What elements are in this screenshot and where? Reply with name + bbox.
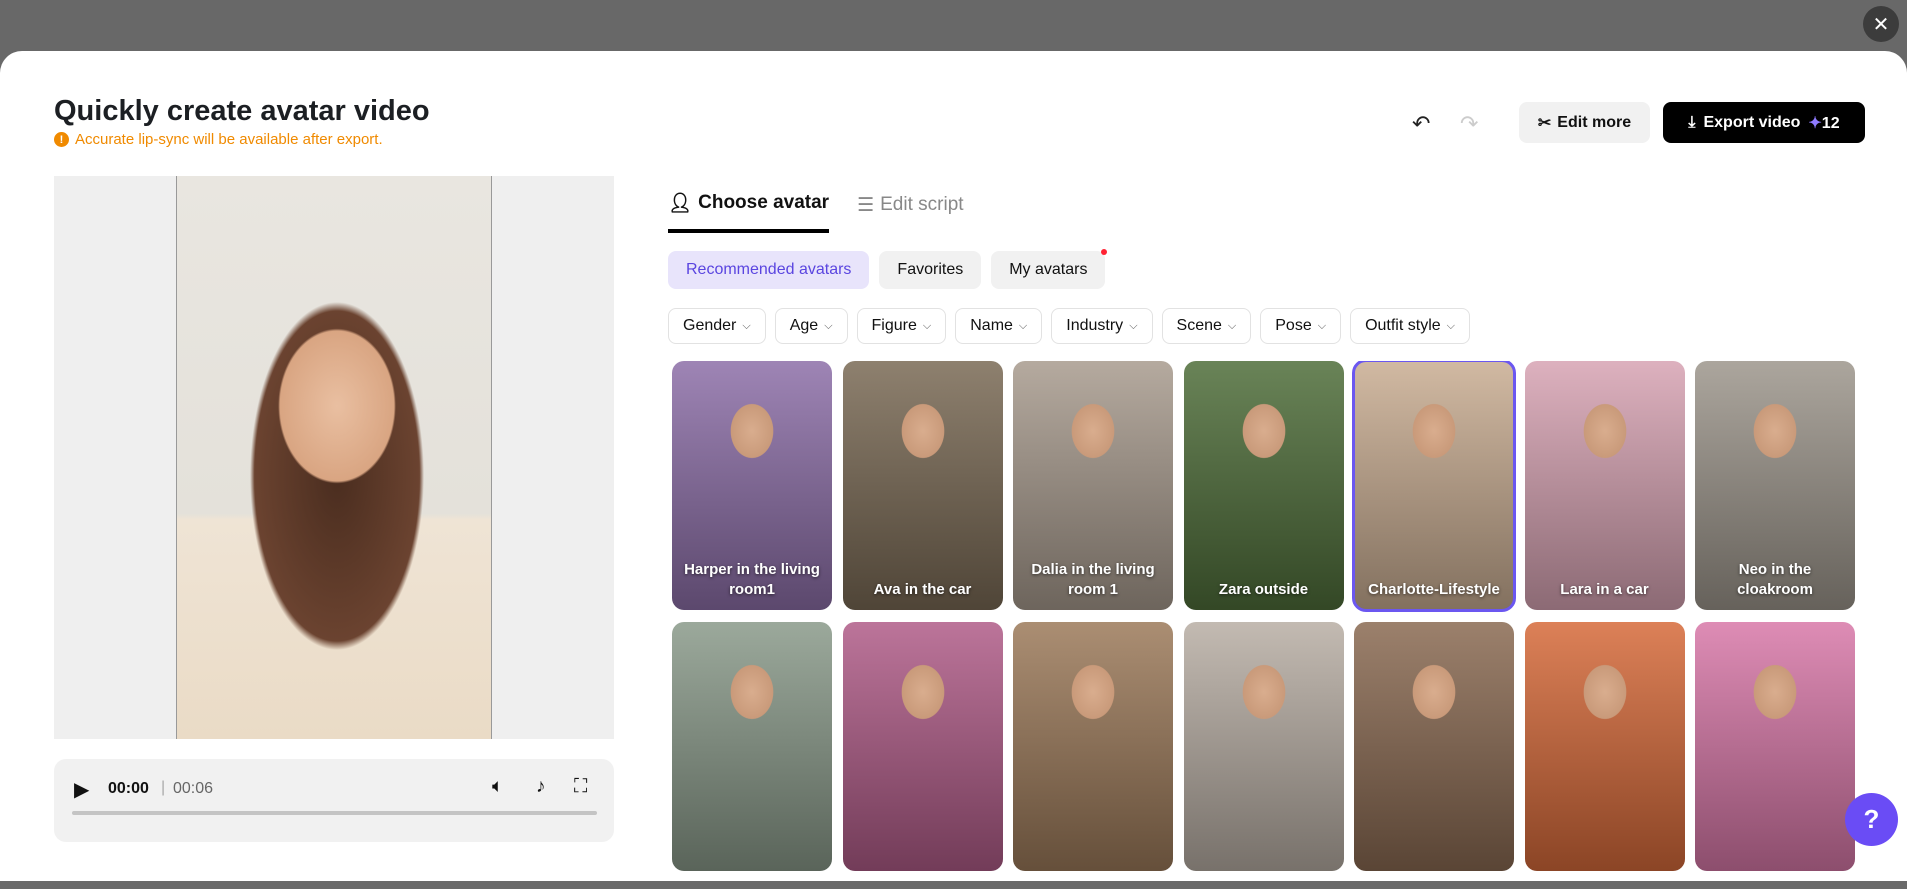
avatar-card[interactable]: Zara outside [1183,361,1344,610]
avatar-card[interactable] [1695,622,1855,871]
volume-icon: 🔈︎ [492,776,504,797]
play-button[interactable]: ▶ [74,777,89,802]
redo-button[interactable]: ↷ [1460,111,1478,137]
avatar-card[interactable]: Lara in a car [1524,361,1685,610]
volume-button[interactable]: 🔈︎ [492,776,503,798]
help-button[interactable]: ? [1845,793,1898,846]
play-icon: ▶ [74,779,90,801]
avatar-card[interactable]: Dalia in the living room 1 [1013,361,1173,610]
chevron-down-icon: ⌵ [742,319,751,332]
close-icon: ✕ [1872,13,1890,36]
page-title: Quickly create avatar video [54,95,430,127]
avatar-card[interactable] [1183,622,1344,871]
tiktok-button[interactable]: ♪ [536,776,546,798]
lip-sync-warning: ! Accurate lip-sync will be available aft… [54,131,383,148]
filter-pose[interactable]: Pose ⌵ [1260,308,1342,344]
time-separator: | [161,779,166,796]
avatar-card-label: Neo in the cloakroom [1737,561,1813,598]
filter-industry[interactable]: Industry ⌵ [1051,308,1153,344]
avatar-card[interactable] [1013,622,1173,871]
export-video-button[interactable]: ⤓ Export video ✦12 [1663,102,1865,143]
avatar-card-label: Dalia in the living room 1 [1031,561,1155,598]
close-button[interactable]: ✕ [1863,6,1899,42]
category-favorites[interactable]: Favorites [879,251,982,289]
avatar-card-label: Harper in the living room1 [684,561,820,598]
current-time: 00:00 [108,780,149,797]
undo-button[interactable]: ↶ [1412,111,1430,137]
progress-bar[interactable] [72,811,597,815]
avatar-card-label: Ava in the car [873,581,972,598]
avatar-card[interactable] [1524,622,1685,871]
chevron-down-icon: ⌵ [1018,319,1028,332]
tabs: 👤︎ Choose avatar ☰ Edit script [668,191,964,233]
filter-bar: Gender ⌵ Age ⌵ Figure ⌵ Name ⌵ Industry ⌵ Scene ⌵ Po… [668,308,1470,344]
fullscreen-icon: ⛶ [574,776,588,797]
avatar-card[interactable]: Harper in the living room1 [672,361,832,610]
create-avatar-modal: Quickly create avatar video ! Accurate li… [0,51,1907,881]
script-icon: ☰ [857,194,875,216]
filter-outfit-style[interactable]: Outfit style ⌵ [1350,308,1470,344]
fullscreen-button[interactable]: ⛶ [574,776,587,798]
chevron-down-icon: ⌵ [1129,319,1138,332]
video-player-controls: ▶ 00:00 | 00:06 🔈︎ ♪ ⛶ [54,759,614,842]
chevron-down-icon: ⌵ [922,319,932,332]
chevron-down-icon: ⌵ [824,319,833,332]
avatar-card[interactable]: Charlotte-Lifestyle [1352,361,1516,612]
chevron-down-icon: ⌵ [1446,319,1455,332]
avatar-categories: Recommended avatars Favorites My avatars [668,249,1108,289]
avatar-card[interactable] [842,622,1003,871]
chevron-down-icon: ⌵ [1227,319,1237,332]
category-my-avatars[interactable]: My avatars [991,249,1108,289]
filter-figure[interactable]: Figure ⌵ [856,308,947,344]
avatar-card-label: Charlotte-Lifestyle [1368,581,1500,598]
warning-icon: ! [54,132,69,147]
avatar-card[interactable]: Ava in the car [842,361,1003,610]
redo-icon: ↷ [1460,111,1479,136]
avatar-icon: 👤︎ [668,193,693,214]
help-icon: ? [1863,804,1880,834]
tab-edit-script[interactable]: ☰ Edit script [857,191,963,233]
download-icon: ⤓ [1688,113,1696,131]
avatar-card[interactable] [1354,622,1514,871]
avatar-card[interactable] [672,622,832,871]
filter-age[interactable]: Age ⌵ [774,308,848,344]
avatar-preview-image [176,176,492,739]
video-preview[interactable] [54,176,614,739]
filter-scene[interactable]: Scene ⌵ [1161,308,1252,344]
filter-gender[interactable]: Gender ⌵ [668,308,766,344]
duration: 00:06 [173,780,214,797]
tiktok-icon: ♪ [536,776,546,797]
notification-dot [1101,249,1108,255]
tab-choose-avatar[interactable]: 👤︎ Choose avatar [668,191,830,233]
scissors-icon: ✂ [1537,114,1552,132]
credits-icon: ✦ [1808,114,1822,132]
avatar-grid: Harper in the living room1 Ava in the car… [672,361,1862,889]
filter-name[interactable]: Name ⌵ [955,308,1043,344]
category-recommended[interactable]: Recommended avatars [668,251,870,289]
chevron-down-icon: ⌵ [1317,319,1327,332]
edit-more-button[interactable]: ✂ Edit more [1519,102,1650,143]
avatar-card-label: Lara in a car [1560,581,1649,598]
avatar-card-label: Zara outside [1218,581,1309,598]
avatar-card[interactable]: Neo in the cloakroom [1695,361,1855,610]
undo-icon: ↶ [1412,111,1431,136]
